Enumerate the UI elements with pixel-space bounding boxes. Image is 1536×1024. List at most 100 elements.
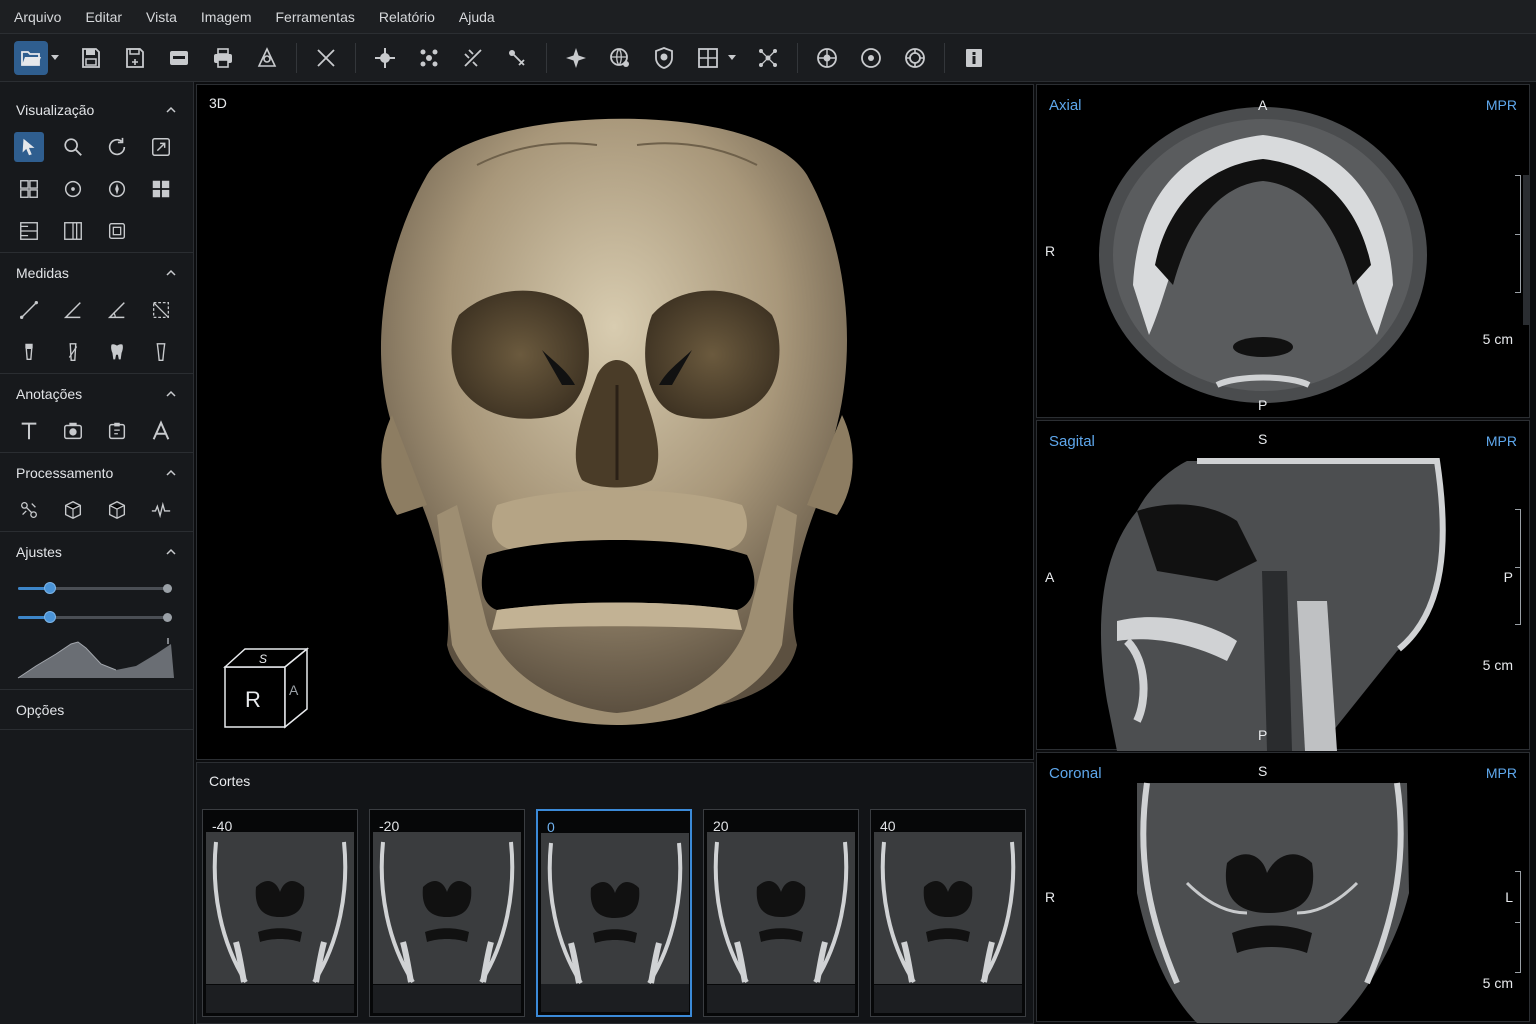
cut-button[interactable] [309,41,343,75]
menu-ferramentas[interactable]: Ferramentas [268,9,363,25]
open-folder-button[interactable] [14,40,48,75]
filter-button[interactable] [146,495,176,525]
histogram[interactable] [16,636,176,680]
slice-thumbnail[interactable]: 20 [703,809,859,1017]
crown-button[interactable] [146,337,176,367]
sparkle-button[interactable] [559,41,593,75]
nodes-button[interactable] [412,41,446,75]
axial-mode-label[interactable]: MPR [1486,97,1517,113]
zoom-tool-button[interactable] [58,132,88,162]
menu-arquivo[interactable]: Arquivo [6,9,69,25]
area-measure-button[interactable] [146,295,176,325]
section-header-medidas[interactable]: Medidas [0,253,193,293]
layout-icon [698,47,718,68]
info-button[interactable] [957,41,991,75]
rotate-tool-button[interactable] [102,132,132,162]
slice-thumbnail[interactable]: -40 [202,809,358,1017]
axial-scrollbar[interactable] [1523,175,1529,325]
sagital-mode-label[interactable]: MPR [1486,433,1517,449]
viewport-3d[interactable]: 3D R S A [196,84,1034,760]
section-header-anotacoes[interactable]: Anotações [0,374,193,414]
viewport-sagital[interactable]: Sagital MPR S A P P 5 cm [1036,420,1530,751]
coronal-mode-label[interactable]: MPR [1486,765,1517,781]
coronal-orient-left: R [1045,889,1056,905]
note-button[interactable] [102,416,132,446]
globe-button[interactable] [603,41,637,75]
open-dropdown-caret[interactable] [50,54,60,61]
single-view-icon [108,222,126,240]
export-button[interactable] [162,41,196,75]
canal-button[interactable] [58,337,88,367]
section-header-opcoes[interactable]: Opções [0,690,193,730]
layout-dropdown-caret[interactable] [727,54,737,61]
quad-view-button[interactable] [146,174,176,204]
probe-button[interactable] [500,41,534,75]
menu-vista[interactable]: Vista [138,9,185,25]
contrast-slider[interactable] [16,603,176,632]
crosshair-icon [861,47,881,68]
menu-editar[interactable]: Editar [77,9,130,25]
slice-thumbnail-image [541,833,689,985]
menu-relatorio[interactable]: Relatório [371,9,443,25]
segmentation-button[interactable] [14,495,44,525]
slice-thumbnail[interactable]: 0 [536,809,692,1017]
window-level-button[interactable] [58,174,88,204]
cobb-angle-button[interactable] [102,295,132,325]
viewport-axial[interactable]: Axial MPR A R P 5 cm [1036,84,1530,418]
tooth-button[interactable] [102,337,132,367]
orientation-cube[interactable]: R S A [223,647,323,737]
measure-tool-button[interactable] [250,41,284,75]
angle-arc-icon [107,302,125,319]
surface-button[interactable] [102,495,132,525]
select-tool-button[interactable] [14,132,44,162]
save-as-button[interactable] [118,41,152,75]
section-body-medidas [0,293,193,374]
text-annotation-button[interactable] [14,416,44,446]
slice-thumbnail[interactable]: 40 [870,809,1026,1017]
sagital-title: Sagital [1049,433,1095,450]
magnifier-icon [64,138,82,156]
menu-ajuda[interactable]: Ajuda [451,9,503,25]
line-measure-button[interactable] [14,295,44,325]
aperture-button[interactable] [898,41,932,75]
implant-button[interactable] [14,337,44,367]
ruler-button[interactable] [456,41,490,75]
sagital-slice-image [1100,458,1446,751]
snapshot-button[interactable] [58,416,88,446]
layout-grid-button[interactable] [14,174,44,204]
brightness-slider[interactable] [16,574,176,603]
sagital-orient-bottom: P [1258,727,1268,743]
aperture-icon [905,47,925,68]
print-button[interactable] [206,41,240,75]
implant-icon [25,343,33,361]
sagital-orient-right: P [1503,569,1513,585]
network-button[interactable] [751,41,785,75]
split-horizontal-button[interactable] [14,216,44,246]
pan-button[interactable] [102,174,132,204]
target-globe-icon [817,47,837,68]
section-header-visualizacao[interactable]: Visualização [0,90,193,130]
coronal-scale-bar [1513,871,1521,973]
slice-offset-label: 20 [713,818,729,834]
save-button[interactable] [74,41,108,75]
slice-thumbnail[interactable]: -20 [369,809,525,1017]
section-header-ajustes[interactable]: Ajustes [0,532,193,572]
angle-measure-button[interactable] [58,295,88,325]
layout-button[interactable] [691,41,725,75]
single-view-button[interactable] [102,216,132,246]
crosshair-button[interactable] [854,41,888,75]
section-header-processamento[interactable]: Processamento [0,453,193,493]
sparkle-icon [566,47,586,68]
menu-imagem[interactable]: Imagem [193,9,260,25]
volume-button[interactable] [58,495,88,525]
move-button[interactable] [368,41,402,75]
target-globe-button[interactable] [810,41,844,75]
shield-button[interactable] [647,41,681,75]
split-vertical-button[interactable] [58,216,88,246]
font-button[interactable] [146,416,176,446]
viewport-coronal[interactable]: Coronal MPR S R L 5 cm [1036,752,1530,1023]
chevron-up-icon [166,269,176,276]
fit-tool-button[interactable] [146,132,176,162]
crown-tooth-icon [156,343,166,361]
slice-thumbnail-image [707,832,855,984]
